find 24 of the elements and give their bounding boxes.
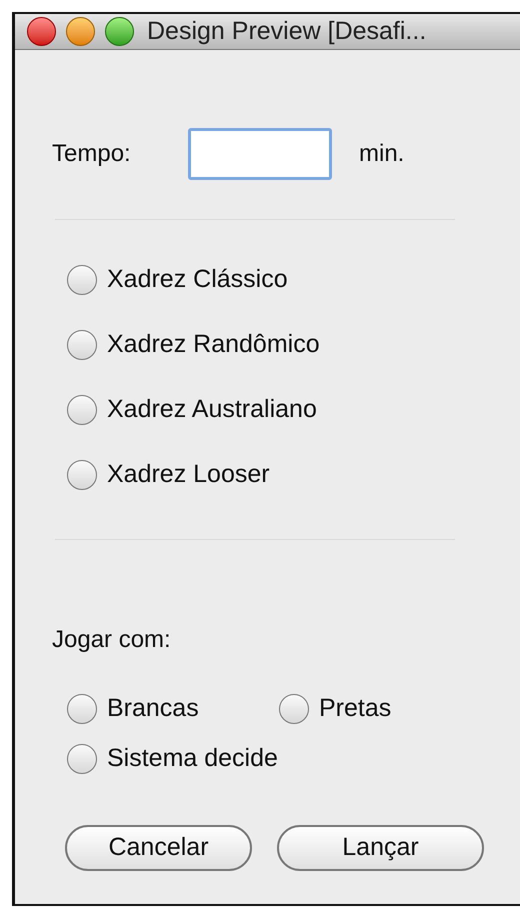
minimize-button[interactable] [66, 17, 95, 46]
radio-button[interactable] [67, 265, 97, 295]
time-input-field[interactable] [188, 128, 332, 180]
radio-button[interactable] [67, 330, 97, 360]
radio-label[interactable]: Pretas [319, 690, 392, 728]
push-button[interactable]: Cancelar [65, 825, 252, 871]
radio-button[interactable] [67, 460, 97, 490]
radio-button[interactable] [67, 395, 97, 425]
zoom-button[interactable] [105, 17, 134, 46]
radio-label[interactable]: Brancas [107, 690, 199, 728]
radio-label[interactable]: Xadrez Randômico [107, 326, 320, 364]
window-title: Design Preview [Desafi... [147, 16, 426, 47]
time-label: Tempo: [52, 139, 132, 169]
close-button[interactable] [27, 17, 56, 46]
radio-button[interactable] [279, 694, 309, 724]
unit-label: min. [359, 139, 404, 169]
push-button[interactable]: Lançar [277, 825, 484, 871]
radio-label[interactable]: Xadrez Clássico [107, 261, 288, 299]
radio-label[interactable]: Xadrez Looser [107, 456, 270, 494]
radio-label[interactable]: Xadrez Australiano [107, 391, 317, 429]
section-label: Jogar com: [52, 625, 172, 655]
radio-label[interactable]: Sistema decide [107, 740, 278, 778]
radio-button[interactable] [67, 744, 97, 774]
radio-button[interactable] [67, 694, 97, 724]
